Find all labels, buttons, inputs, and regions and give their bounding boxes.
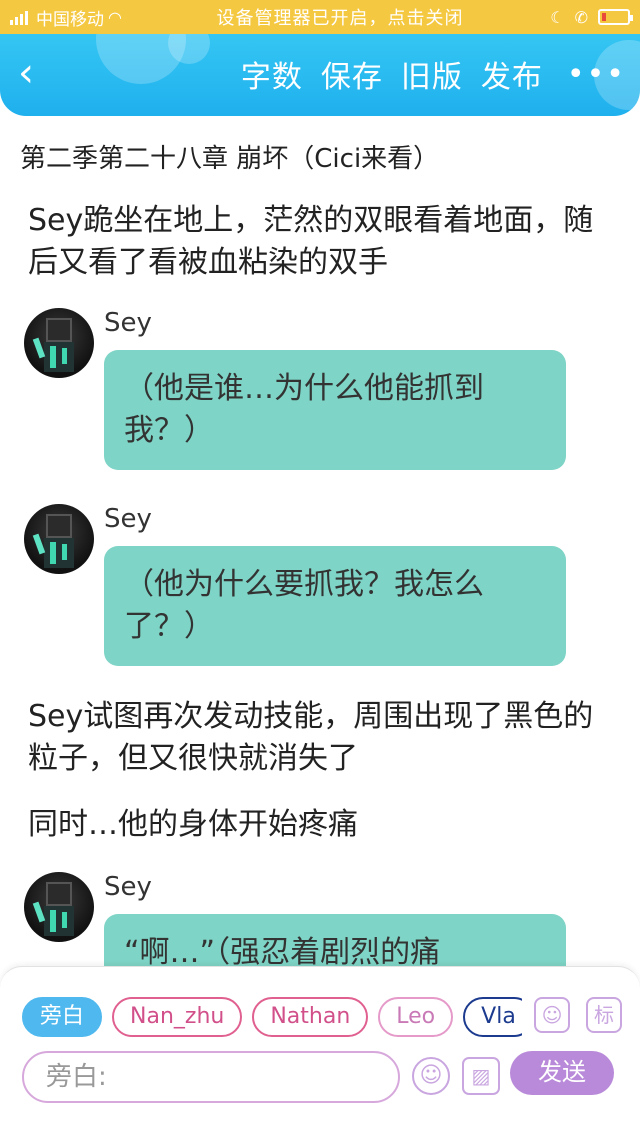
message-author: Sey <box>104 872 152 902</box>
portrait-icon[interactable]: ☺ <box>534 997 570 1033</box>
narration-text[interactable]: 同时…他的身体开始疼痛 <box>28 804 598 846</box>
word-count-button[interactable]: 字数 <box>241 52 303 96</box>
wifi-icon: ◠ <box>108 7 122 27</box>
battery-fill <box>602 13 606 21</box>
message-author: Sey <box>104 504 152 534</box>
tag-button[interactable]: 标 <box>586 997 622 1033</box>
more-options-icon[interactable]: ••• <box>561 57 626 92</box>
status-bar: 中国移动 ◠ 设备管理器已开启，点击关闭 ☾ ✆ <box>0 0 640 34</box>
message-author: Sey <box>104 308 152 338</box>
battery-icon <box>598 9 633 25</box>
role-chip-nathan[interactable]: Nathan <box>252 997 369 1037</box>
narration-text[interactable]: Sey试图再次发动技能，周围出现了黑色的粒子，但又很快就消失了 <box>28 696 598 780</box>
device-manager-notice[interactable]: 设备管理器已开启，点击关闭 <box>170 4 510 30</box>
call-icon: ✆ <box>574 7 588 27</box>
role-chip-vla[interactable]: Vla <box>463 997 522 1037</box>
send-button[interactable]: 发送 <box>510 1051 614 1095</box>
chat-message[interactable]: Sey “啊…”（强忍着剧烈的痛 <box>24 872 584 966</box>
message-bubble[interactable]: “啊…”（强忍着剧烈的痛 <box>104 914 566 966</box>
app-header: ‹ 字数 保存 旧版 发布 ••• <box>0 34 640 116</box>
role-chip-narrator[interactable]: 旁白 <box>22 997 103 1037</box>
publish-button[interactable]: 发布 <box>481 52 543 96</box>
old-version-button[interactable]: 旧版 <box>401 52 463 96</box>
story-content[interactable]: 第二季第二十八章 崩坏（Cici来看） Sey跪坐在地上，茫然的双眼看着地面，随… <box>0 116 640 966</box>
role-selector[interactable]: 旁白 Nan_zhu Nathan Leo Vla <box>22 997 522 1039</box>
message-bubble[interactable]: （他是谁…为什么他能抓到我？） <box>104 350 566 470</box>
header-actions: 字数 保存 旧版 发布 ••• <box>241 52 626 96</box>
save-button[interactable]: 保存 <box>321 52 383 96</box>
signal-icon <box>10 9 32 25</box>
input-panel: 旁白Nan_zhuNathanLeoVla ☺ 标 ☺ ▨ 发送 <box>0 966 640 1138</box>
back-button[interactable]: ‹ <box>18 53 54 94</box>
narration-text[interactable]: Sey跪坐在地上，茫然的双眼看着地面，随后又看了看被血粘染的双手 <box>28 200 598 284</box>
moon-icon: ☾ <box>550 7 565 27</box>
message-bubble[interactable]: （他为什么要抓我？我怎么了？） <box>104 546 566 666</box>
avatar[interactable] <box>24 308 94 378</box>
status-left: 中国移动 ◠ <box>10 5 170 30</box>
smiley-icon[interactable]: ☺ <box>412 1057 450 1095</box>
chapter-title: 第二季第二十八章 崩坏（Cici来看） <box>20 144 440 174</box>
message-input[interactable] <box>22 1051 400 1103</box>
chevron-left-icon: ‹ <box>18 50 34 96</box>
image-icon[interactable]: ▨ <box>462 1057 500 1095</box>
status-right: ☾ ✆ <box>510 7 633 27</box>
role-chip-leo[interactable]: Leo <box>378 997 454 1037</box>
avatar[interactable] <box>24 872 94 942</box>
carrier-label: 中国移动 <box>36 9 104 30</box>
chat-message[interactable]: Sey （他是谁…为什么他能抓到我？） <box>24 308 584 478</box>
role-chip-nan-zhu[interactable]: Nan_zhu <box>112 997 243 1037</box>
avatar[interactable] <box>24 504 94 574</box>
chat-message[interactable]: Sey （他为什么要抓我？我怎么了？） <box>24 504 584 674</box>
